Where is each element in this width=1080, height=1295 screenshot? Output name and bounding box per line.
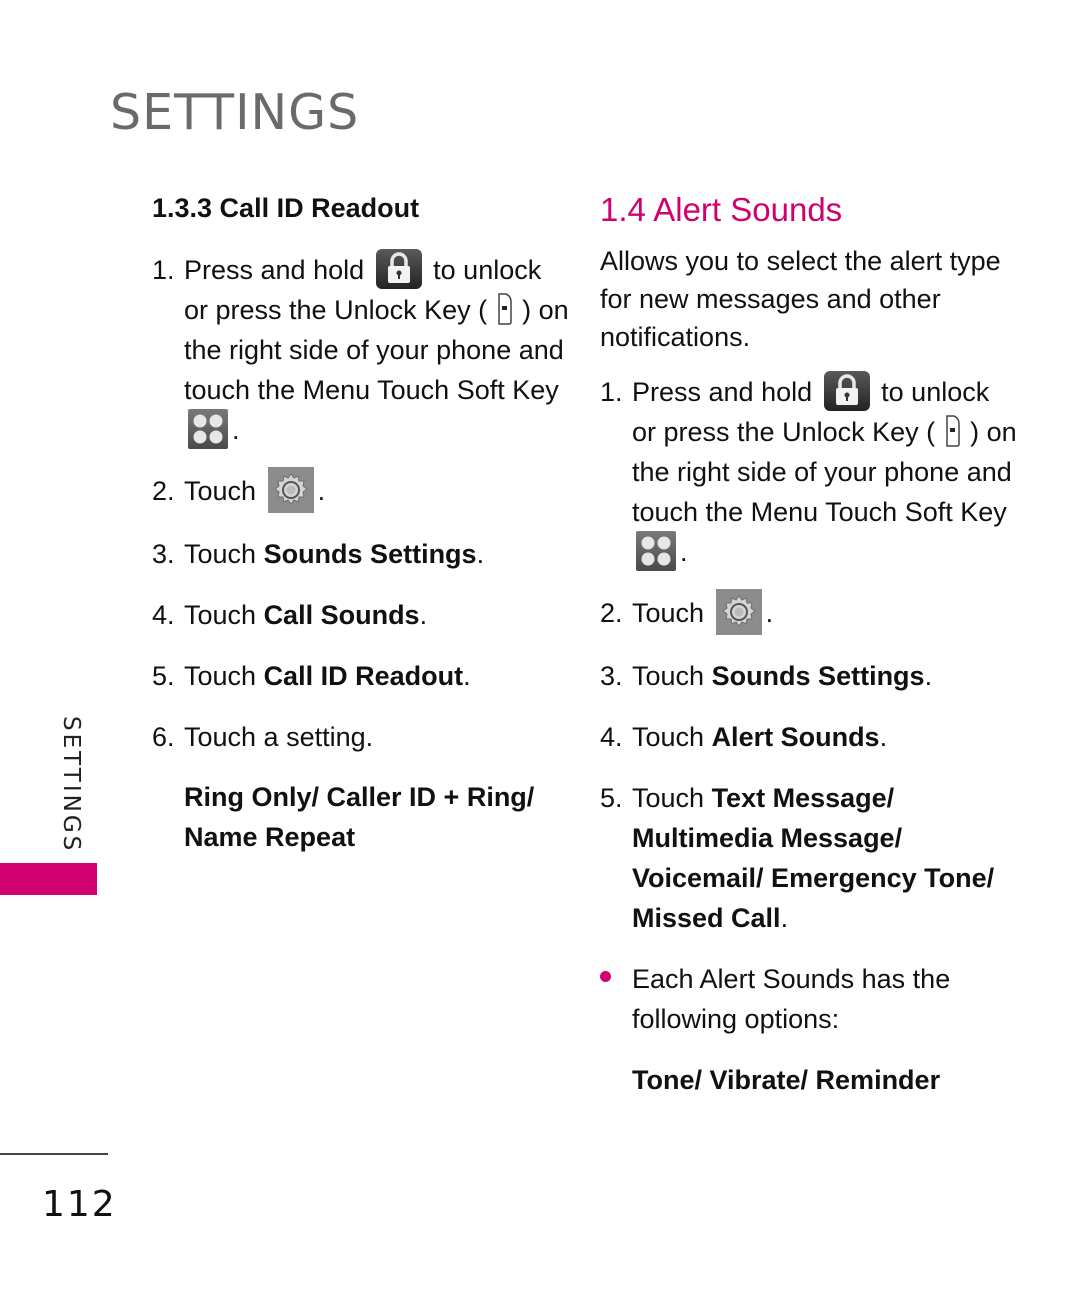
bullet-note: Each Alert Sounds has the following opti…	[600, 959, 1020, 1039]
step-text: Press and hold	[632, 377, 813, 407]
bullet-text: Each Alert Sounds has the following opti…	[632, 963, 951, 1034]
gear-icon	[267, 466, 314, 513]
side-section-label: SETTINGS	[58, 716, 84, 854]
footer-divider	[0, 1153, 108, 1155]
menu-item-alert-sounds: Alert Sounds	[711, 721, 880, 752]
step-text: Touch	[632, 598, 705, 628]
lock-icon	[375, 248, 422, 289]
step-number: 4.	[600, 721, 623, 752]
step-5: 5. Touch Text Message/ Multimedia Messag…	[600, 778, 1020, 938]
menu-item-call-sounds: Call Sounds	[263, 599, 420, 630]
alert-sounds-section: 1.4 Alert Sounds Allows you to select th…	[600, 188, 1020, 1100]
step-text: Touch a setting.	[184, 721, 374, 752]
step-2: 2. Touch .	[600, 588, 1020, 635]
step-1: 1. Press and hold to unlock or press the…	[600, 370, 1020, 572]
step-number: 2.	[152, 476, 175, 506]
step-number: 6.	[152, 721, 175, 752]
step-number: 5.	[152, 660, 175, 691]
menu-item-call-id-readout: Call ID Readout	[263, 660, 464, 691]
step-4: 4. Touch Call Sounds.	[152, 595, 572, 635]
step-text: Press and hold	[184, 255, 365, 285]
step-3: 3. Touch Sounds Settings.	[152, 534, 572, 574]
menu-icon	[188, 408, 228, 449]
step-4: 4. Touch Alert Sounds.	[600, 717, 1020, 757]
step-2: 2. Touch .	[152, 466, 572, 513]
step-text: Touch	[184, 476, 257, 506]
step-number: 1.	[600, 377, 623, 407]
section-tab-marker	[0, 863, 97, 895]
gear-icon	[715, 588, 762, 635]
step-6: 6. Touch a setting.	[152, 717, 572, 757]
menu-icon	[636, 530, 676, 571]
unlock-key-icon	[945, 414, 961, 448]
section-heading-call-id-readout: 1.3.3 Call ID Readout	[152, 193, 420, 223]
lock-icon	[823, 370, 870, 411]
step-3: 3. Touch Sounds Settings.	[600, 656, 1020, 696]
setting-options: Ring Only/ Caller ID + Ring/ Name Repeat	[184, 781, 535, 852]
page-title: SETTINGS	[110, 84, 360, 141]
step-number: 2.	[600, 598, 623, 628]
alert-options: Tone/ Vibrate/ Reminder	[632, 1064, 941, 1095]
step-number: 4.	[152, 599, 175, 630]
step-number: 3.	[152, 538, 175, 569]
section-heading-alert-sounds: 1.4 Alert Sounds	[600, 191, 843, 228]
menu-item-sounds-settings: Sounds Settings	[263, 538, 477, 569]
section-intro: Allows you to select the alert type for …	[600, 246, 1001, 352]
step-number: 1.	[152, 255, 175, 285]
step-5: 5. Touch Call ID Readout.	[152, 656, 572, 696]
step-1: 1. Press and hold to unlock or press the…	[152, 248, 572, 450]
bullet-dot-icon	[600, 959, 632, 1039]
page-number: 112	[42, 1184, 117, 1225]
unlock-key-icon	[497, 292, 513, 326]
step-number: 3.	[600, 660, 623, 691]
call-id-readout-section: 1.3.3 Call ID Readout 1. Press and hold …	[152, 188, 572, 857]
step-number: 5.	[600, 782, 623, 813]
menu-item-sounds-settings: Sounds Settings	[711, 660, 925, 691]
